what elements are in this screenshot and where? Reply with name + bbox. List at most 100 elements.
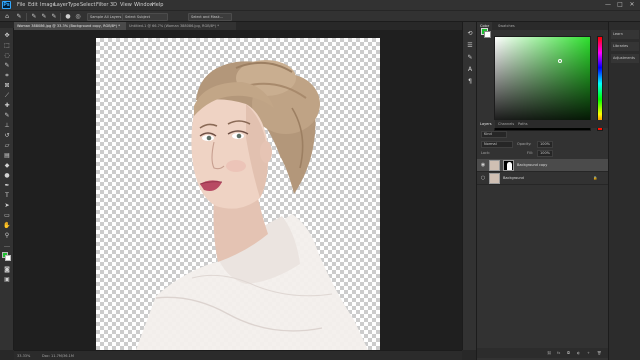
visibility-eye-icon[interactable]: ○ <box>480 175 486 181</box>
crop-tool-icon[interactable]: ⌗ <box>3 72 11 79</box>
layer-name[interactable]: Background copy <box>517 162 547 168</box>
zoom-tool-icon[interactable]: ⚲ <box>3 232 11 239</box>
pen-tool-icon[interactable]: ✒ <box>3 182 11 189</box>
tab-paths[interactable]: Paths <box>515 120 531 128</box>
close-button[interactable]: ✕ <box>628 1 636 9</box>
layer-name[interactable]: Background <box>503 175 524 181</box>
link-layers-icon[interactable]: ⛓ <box>547 350 551 356</box>
layer-kind-filter[interactable]: Kind <box>481 131 507 138</box>
lock-label: Lock: <box>481 151 491 155</box>
subtract-from-selection-icon[interactable]: ✎ <box>50 13 58 21</box>
maximize-button[interactable]: □ <box>616 1 624 9</box>
tab-woman-document[interactable]: Woman 388086.jpg @ 33.3% (Background cop… <box>14 22 126 30</box>
layers-panel-footer: ⛓ fx ◘ ◐ + 🗑 <box>477 348 609 358</box>
quick-selection-tool-icon[interactable]: ✎ <box>3 62 11 69</box>
right-panels: Color Swatches Layers Channels Paths Kin… <box>476 22 609 360</box>
brush-settings-icon[interactable]: ✎ <box>466 54 474 62</box>
paragraph-icon[interactable]: ¶ <box>466 78 474 86</box>
visibility-eye-icon[interactable]: ◉ <box>480 162 486 168</box>
gradient-tool-icon[interactable]: ▤ <box>3 152 11 159</box>
more-tools-icon[interactable]: … <box>3 242 11 249</box>
trash-icon[interactable]: 🗑 <box>597 350 601 356</box>
quick-mask-icon[interactable]: ◙ <box>3 266 11 273</box>
options-bar: ⌂ ✎ ✎ ✎ ✎ ● ◎ Sample All Layers Select S… <box>0 10 640 22</box>
blend-mode-select[interactable]: Normal <box>481 141 513 148</box>
minimize-button[interactable]: — <box>604 1 612 9</box>
move-tool-icon[interactable]: ✥ <box>3 32 11 39</box>
lasso-tool-icon[interactable]: ◌ <box>3 52 11 59</box>
tab-label: Untitled-1 @ 66.7% (Woman 388086.jpg, RG… <box>129 24 219 28</box>
menu-type[interactable]: Type <box>68 1 79 9</box>
select-and-mask-button[interactable]: Select and Mask... <box>188 13 232 21</box>
tab-layers[interactable]: Layers <box>477 120 495 128</box>
brush-tool-icon[interactable]: ✎ <box>3 112 11 119</box>
color-panel-tabs: Color Swatches <box>477 22 609 30</box>
tab-label: Woman 388086.jpg @ 33.3% (Background cop… <box>17 24 120 28</box>
history-brush-icon[interactable]: ↺ <box>3 132 11 139</box>
eyedropper-tool-icon[interactable]: ⟋ <box>3 92 11 99</box>
dodge-tool-icon[interactable]: ● <box>3 172 11 179</box>
color-picker-cursor[interactable] <box>558 59 562 63</box>
adjustment-layer-icon[interactable]: ◐ <box>577 350 580 356</box>
libraries-panel-button[interactable]: Libraries <box>611 42 639 51</box>
color-picker-field[interactable] <box>494 36 591 131</box>
fill-label: Fill: <box>527 151 533 155</box>
layer-style-icon[interactable]: fx <box>557 350 560 356</box>
path-selection-icon[interactable]: ➤ <box>3 202 11 209</box>
tab-swatches[interactable]: Swatches <box>495 22 518 30</box>
marquee-tool-icon[interactable]: ⬚ <box>3 42 11 49</box>
hand-tool-icon[interactable]: ✋ <box>3 222 11 229</box>
menu-select[interactable]: Select <box>80 1 95 9</box>
properties-icon[interactable]: ☰ <box>466 42 474 50</box>
adjustments-panel-button[interactable]: Adjustments <box>611 54 639 63</box>
layer-row-background[interactable]: ○ Background 🔒 <box>477 172 609 185</box>
layer-row-background-copy[interactable]: ◉ Background copy <box>477 159 609 172</box>
menu-3d[interactable]: 3D <box>110 1 117 9</box>
hue-slider[interactable] <box>597 36 603 131</box>
brush-angle-icon[interactable]: ◎ <box>74 13 82 21</box>
tab-untitled-document[interactable]: Untitled-1 @ 66.7% (Woman 388086.jpg, RG… <box>126 22 236 30</box>
tools-panel: ✥ ⬚ ◌ ✎ ⌗ ⊠ ⟋ ✚ ✎ ⊥ ↺ ▱ ▤ ◆ ● ✒ T ➤ ▭ ✋ … <box>0 28 14 350</box>
background-color-swatch[interactable] <box>484 31 491 38</box>
clone-stamp-icon[interactable]: ⊥ <box>3 122 11 129</box>
character-icon[interactable]: A <box>466 66 474 74</box>
lock-icon: 🔒 <box>593 176 598 180</box>
fill-input[interactable]: 100% <box>537 150 553 157</box>
eraser-tool-icon[interactable]: ▱ <box>3 142 11 149</box>
layer-thumbnail <box>489 173 500 184</box>
document-size: Doc: 11.7M/36.1M <box>42 354 74 358</box>
brush-size-icon[interactable]: ● <box>64 13 72 21</box>
menu-bar: Ps File Edit Image Layer Type Select Fil… <box>0 0 640 10</box>
tab-channels[interactable]: Channels <box>495 120 517 128</box>
healing-brush-icon[interactable]: ✚ <box>3 102 11 109</box>
home-icon[interactable]: ⌂ <box>3 13 11 21</box>
menu-file[interactable]: File <box>17 1 25 9</box>
new-layer-icon[interactable]: + <box>587 350 590 356</box>
layers-panel-tabs: Layers Channels Paths <box>477 120 609 128</box>
menu-window[interactable]: Window <box>134 1 154 9</box>
quick-selection-tool-icon[interactable]: ✎ <box>15 13 23 21</box>
learn-panel-button[interactable]: Learn <box>611 30 639 39</box>
menu-layer[interactable]: Layer <box>54 1 68 9</box>
select-subject-button[interactable]: Select Subject <box>122 13 168 21</box>
opacity-input[interactable]: 100% <box>537 141 553 148</box>
blur-tool-icon[interactable]: ◆ <box>3 162 11 169</box>
add-mask-icon[interactable]: ◘ <box>567 350 570 356</box>
frame-tool-icon[interactable]: ⊠ <box>3 82 11 89</box>
divider <box>26 13 27 21</box>
layer-mask-thumbnail[interactable] <box>503 160 514 171</box>
history-icon[interactable]: ⟲ <box>466 30 474 38</box>
menu-view[interactable]: View <box>120 1 132 9</box>
background-color-swatch[interactable] <box>5 255 11 261</box>
zoom-level[interactable]: 33.33% <box>17 353 30 359</box>
add-to-selection-icon[interactable]: ✎ <box>40 13 48 21</box>
menu-edit[interactable]: Edit <box>28 1 38 9</box>
new-selection-icon[interactable]: ✎ <box>30 13 38 21</box>
menu-filter[interactable]: Filter <box>96 1 108 9</box>
collapsed-panels-strip: ⟲ ☰ ✎ A ¶ <box>462 22 476 350</box>
screen-mode-icon[interactable]: ▣ <box>3 276 11 283</box>
rectangle-tool-icon[interactable]: ▭ <box>3 212 11 219</box>
menu-help[interactable]: Help <box>152 1 163 9</box>
type-tool-icon[interactable]: T <box>3 192 11 199</box>
document-canvas[interactable] <box>96 38 380 350</box>
